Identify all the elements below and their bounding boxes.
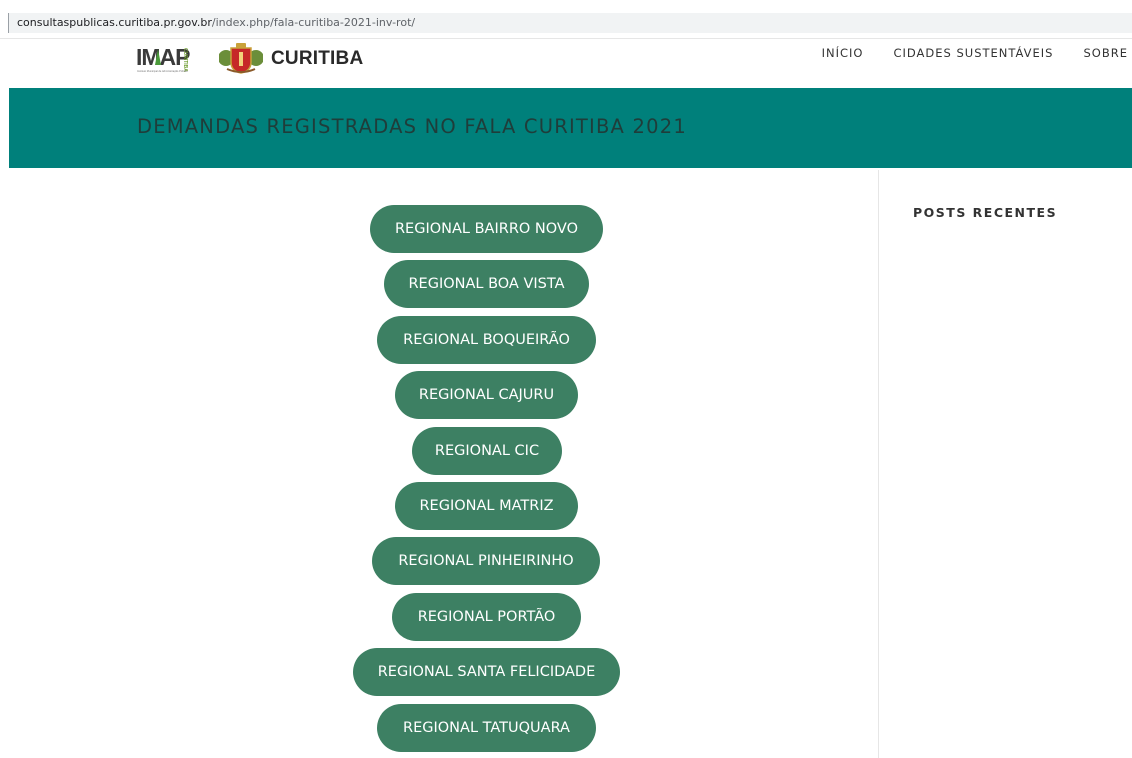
regional-santa-felicidade-button[interactable]: REGIONAL SANTA FELICIDADE (353, 648, 620, 696)
nav-inicio[interactable]: INÍCIO (822, 46, 864, 60)
curitiba-coat-of-arms-icon[interactable] (219, 42, 263, 74)
browser-address-bar[interactable]: consultaspublicas.curitiba.pr.gov.br/ind… (0, 0, 1132, 36)
regional-cajuru-button[interactable]: REGIONAL CAJURU (395, 371, 578, 419)
imap-logo-caption: Instituto Municipal de Administração Púb… (137, 69, 188, 73)
url-domain: consultaspublicas.curitiba.pr.gov.br (17, 16, 212, 29)
regional-pinheirinho-button[interactable]: REGIONAL PINHEIRINHO (372, 537, 600, 585)
regional-matriz-button[interactable]: REGIONAL MATRIZ (395, 482, 578, 530)
sidebar-divider (878, 170, 879, 758)
header-divider (0, 38, 1132, 39)
imap-logo-text: IMAP (136, 44, 190, 70)
regional-bairro-novo-button[interactable]: REGIONAL BAIRRO NOVO (370, 205, 603, 253)
url-field[interactable]: consultaspublicas.curitiba.pr.gov.br/ind… (8, 13, 1132, 33)
curitiba-logo-text[interactable]: CURITIBA (271, 48, 363, 70)
sidebar-title: POSTS RECENTES (913, 205, 1058, 220)
url-path: /index.php/fala-curitiba-2021-inv-rot/ (211, 16, 416, 29)
regional-portao-button[interactable]: REGIONAL PORTÃO (392, 593, 581, 641)
imap-logo[interactable]: IMAP CURITIBA Instituto Municipal de Adm… (136, 43, 190, 73)
page-title: DEMANDAS REGISTRADAS NO FALA CURITIBA 20… (137, 115, 687, 138)
regional-tatuquara-button[interactable]: REGIONAL TATUQUARA (377, 704, 596, 752)
nav-cidades-sustentaveis[interactable]: CIDADES SUSTENTÁVEIS (893, 46, 1053, 60)
regional-boa-vista-button[interactable]: REGIONAL BOA VISTA (384, 260, 589, 308)
page-title-banner: DEMANDAS REGISTRADAS NO FALA CURITIBA 20… (9, 88, 1132, 168)
main-nav: INÍCIO CIDADES SUSTENTÁVEIS SOBRE (822, 46, 1128, 60)
regional-boqueirao-button[interactable]: REGIONAL BOQUEIRÃO (377, 316, 596, 364)
nav-sobre[interactable]: SOBRE (1084, 46, 1129, 60)
regional-cic-button[interactable]: REGIONAL CIC (412, 427, 562, 475)
imap-logo-side-text: CURITIBA (182, 48, 188, 72)
